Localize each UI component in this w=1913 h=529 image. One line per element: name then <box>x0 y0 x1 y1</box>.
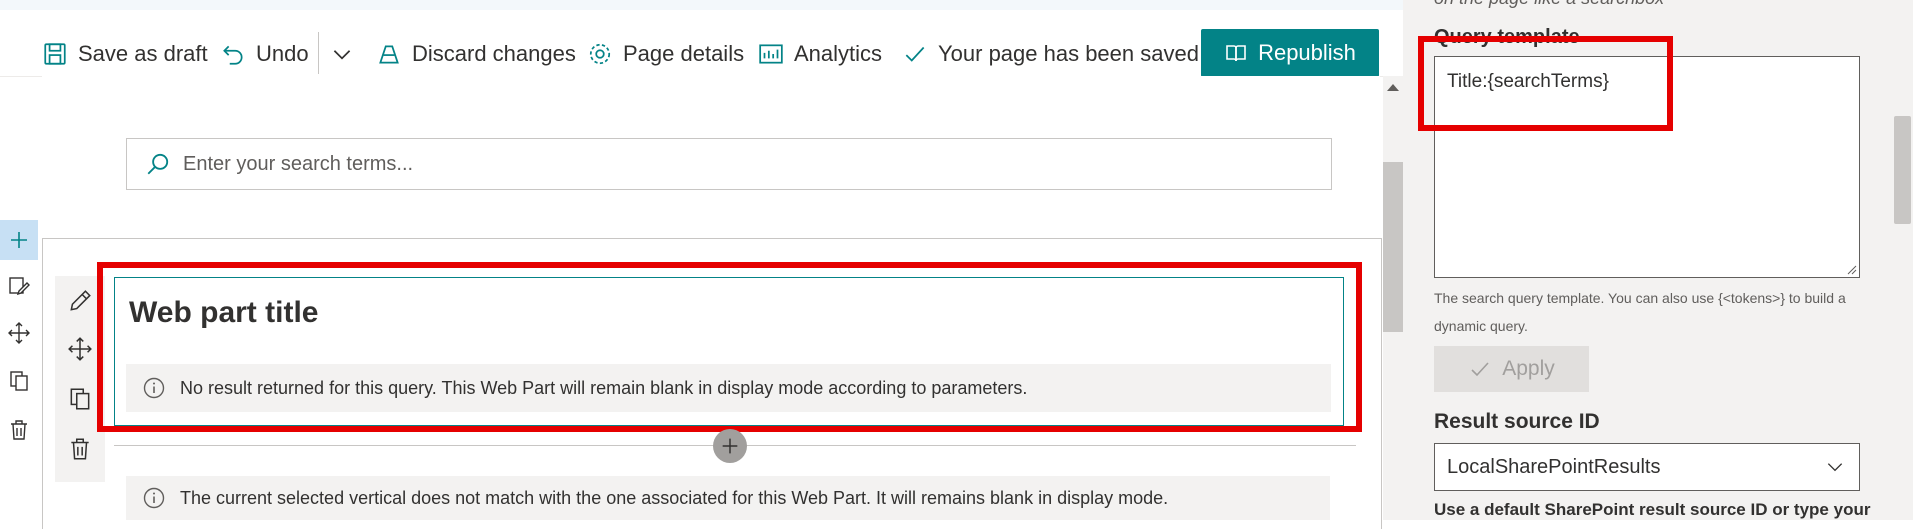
apply-button[interactable]: Apply <box>1434 346 1589 392</box>
checkmark-icon <box>1468 357 1492 381</box>
canvas-scrollbar-thumb[interactable] <box>1383 162 1403 332</box>
move-icon <box>7 321 31 345</box>
duplicate-section-button[interactable] <box>0 361 38 401</box>
resize-grip-icon[interactable] <box>1845 263 1857 275</box>
result-source-dropdown[interactable]: LocalSharePointResults <box>1434 443 1860 491</box>
chevron-down-icon <box>329 41 355 67</box>
delete-webpart-button[interactable] <box>65 434 95 464</box>
page-details-label: Page details <box>623 41 745 66</box>
highlight-box-webpart <box>97 262 1362 432</box>
move-icon <box>67 336 93 362</box>
command-bar: Save as draft Undo Discard changes Page … <box>0 10 1403 77</box>
add-section-button[interactable] <box>0 220 38 260</box>
pane-scrollbar[interactable] <box>1892 0 1913 520</box>
undo-icon <box>220 41 246 67</box>
discard-changes-button[interactable]: Discard changes <box>376 32 576 76</box>
save-icon <box>42 41 68 67</box>
gear-icon <box>587 41 613 67</box>
saved-status-label: Your page has been saved <box>938 41 1199 66</box>
page-details-button[interactable]: Page details <box>587 32 744 76</box>
move-section-button[interactable] <box>0 313 38 353</box>
republish-label: Republish <box>1258 40 1356 65</box>
result-source-label: Result source ID <box>1434 410 1600 433</box>
vertical-mismatch-message-bar: The current selected vertical does not m… <box>126 476 1330 520</box>
trash-icon <box>7 418 31 442</box>
trash-icon <box>67 436 93 462</box>
analytics-icon <box>758 41 784 67</box>
undo-dropdown-button[interactable] <box>329 32 355 76</box>
search-icon <box>127 151 183 177</box>
chevron-down-icon <box>1827 463 1843 472</box>
result-source-value: LocalSharePointResults <box>1447 455 1661 478</box>
search-box[interactable]: Enter your search terms... <box>126 138 1332 190</box>
duplicate-webpart-button[interactable] <box>65 384 95 414</box>
checkmark-icon <box>902 41 928 67</box>
move-webpart-button[interactable] <box>65 334 95 364</box>
edit-section-icon <box>7 274 31 298</box>
save-as-draft-label: Save as draft <box>78 41 208 66</box>
pane-scrollbar-thumb[interactable] <box>1894 116 1911 224</box>
result-source-help: Use a default SharePoint result source I… <box>1434 500 1871 519</box>
vertical-mismatch-message: The current selected vertical does not m… <box>180 487 1169 508</box>
saved-status: Your page has been saved <box>902 32 1199 76</box>
scroll-up-arrow-icon[interactable] <box>1387 84 1399 91</box>
highlight-box-query-template <box>1418 36 1673 131</box>
analytics-button[interactable]: Analytics <box>758 32 882 76</box>
info-icon <box>126 486 180 510</box>
search-placeholder: Enter your search terms... <box>183 152 414 175</box>
analytics-label: Analytics <box>794 41 883 66</box>
pencil-icon <box>67 288 93 314</box>
republish-button[interactable]: Republish <box>1201 29 1379 77</box>
canvas-scrollbar[interactable] <box>1383 76 1403 520</box>
undo-label: Undo <box>256 41 309 66</box>
top-strip <box>0 0 1403 10</box>
add-webpart-button[interactable] <box>713 429 747 463</box>
toolbar-separator <box>318 32 319 74</box>
discard-icon <box>376 41 402 67</box>
query-template-help: The search query template. You can also … <box>1434 290 1846 334</box>
plus-icon <box>719 435 741 457</box>
plus-icon <box>7 228 31 252</box>
copy-icon <box>67 386 93 412</box>
apply-label: Apply <box>1502 357 1555 380</box>
copy-icon <box>7 369 31 393</box>
discard-changes-label: Discard changes <box>412 41 576 66</box>
pane-cut-text: on the page like a searchbox <box>1434 0 1664 9</box>
book-icon <box>1224 41 1248 65</box>
delete-section-button[interactable] <box>0 410 38 450</box>
undo-button[interactable]: Undo <box>220 32 309 76</box>
edit-webpart-button[interactable] <box>65 286 95 316</box>
edit-section-button[interactable] <box>0 266 38 306</box>
save-as-draft-button[interactable]: Save as draft <box>42 32 208 76</box>
